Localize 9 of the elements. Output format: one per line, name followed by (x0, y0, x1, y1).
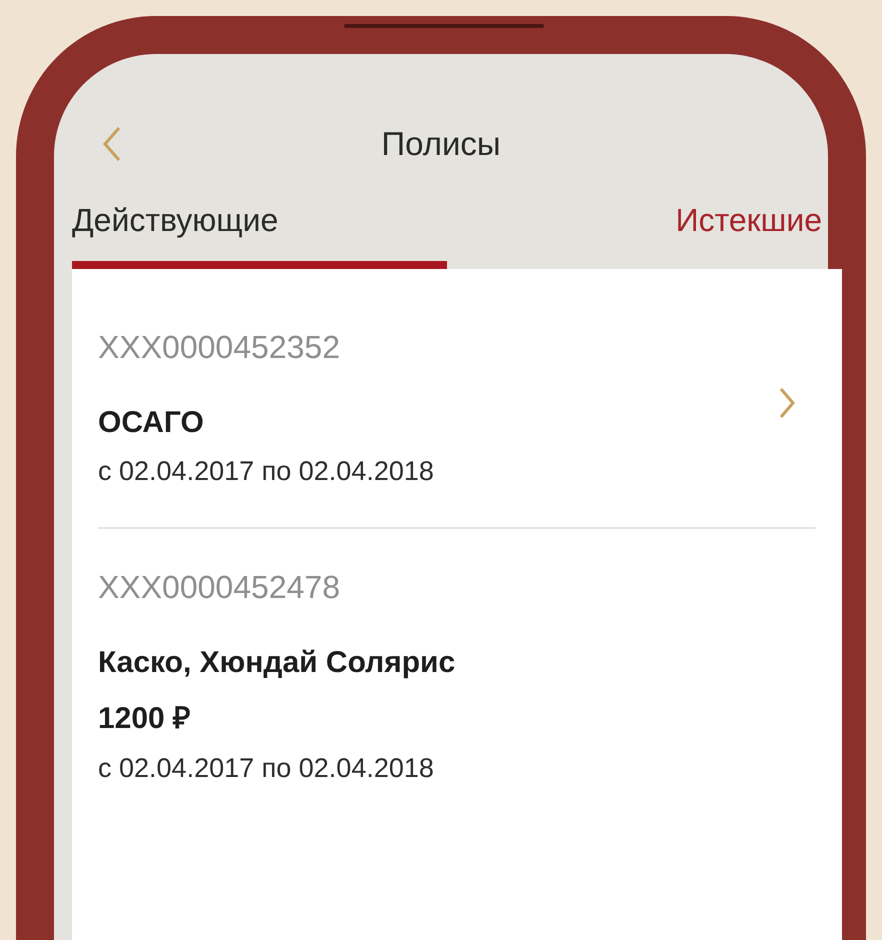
policy-title[interactable]: ОСАГО (98, 406, 204, 440)
policy-title[interactable]: Каско, Хюндай Солярис (98, 646, 456, 680)
policy-period: с 02.04.2017 по 02.04.2018 (98, 456, 435, 487)
chevron-right-icon[interactable] (778, 387, 796, 419)
policy-period: с 02.04.2017 по 02.04.2018 (98, 753, 435, 784)
back-icon[interactable] (102, 126, 122, 162)
tab[interactable]: Истекшие (447, 202, 842, 269)
policy-price: 1200 ₽ (98, 701, 192, 737)
screen-title: Полисы (381, 125, 501, 163)
